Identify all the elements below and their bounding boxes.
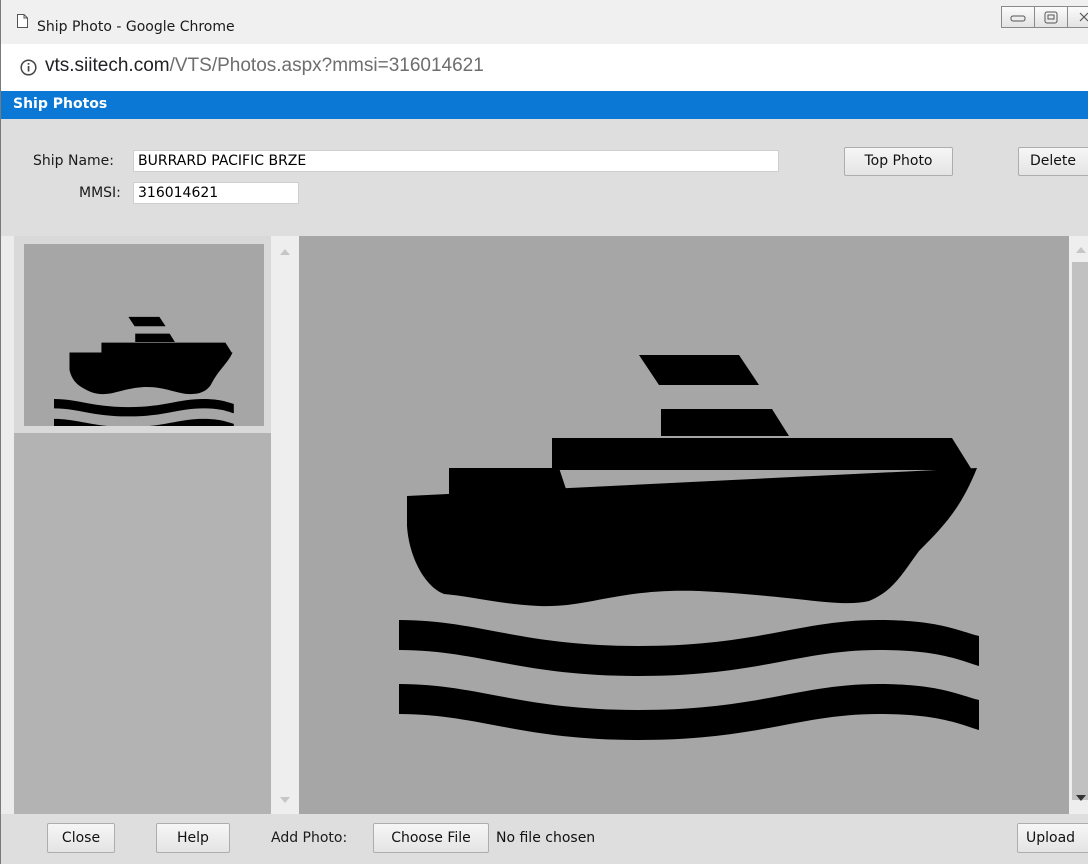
ship-name-label: Ship Name: [33, 153, 115, 169]
url-host: vts.siitech.com [45, 55, 170, 76]
maximize-icon [1044, 11, 1058, 23]
no-file-chosen-text: No file chosen [496, 830, 596, 846]
thumbnail-scrollbar[interactable] [271, 236, 299, 814]
scroll-down-icon[interactable] [279, 796, 291, 804]
page-icon [17, 14, 28, 28]
url-text[interactable]: vts.siitech.com/VTS/Photos.aspx?mmsi=316… [45, 55, 484, 77]
footer-toolbar: Close Help Add Photo: Choose File No fil… [1, 814, 1088, 864]
minimize-button[interactable] [1001, 6, 1035, 28]
address-bar[interactable]: vts.siitech.com/VTS/Photos.aspx?mmsi=316… [1, 44, 1088, 91]
add-photo-label: Add Photo: [271, 830, 348, 846]
mmsi-label: MMSI: [79, 185, 121, 201]
ship-icon [399, 355, 979, 740]
upload-button[interactable]: Upload [1017, 823, 1088, 853]
window-controls [1001, 6, 1088, 28]
ship-info-form: Ship Name: BURRARD PACIFIC BRZE MMSI: 31… [1, 119, 1088, 236]
scroll-down-icon[interactable] [1075, 794, 1087, 802]
title-bar: Ship Photo - Google Chrome [1, 0, 1088, 44]
ship-name-field[interactable]: BURRARD PACIFIC BRZE [133, 150, 779, 172]
thumbnail-item[interactable] [14, 236, 271, 437]
window-title: Ship Photo - Google Chrome [37, 19, 235, 35]
delete-button[interactable]: Delete [1018, 147, 1088, 176]
scroll-up-icon[interactable] [1075, 246, 1087, 254]
photo-view [299, 236, 1069, 814]
scrollbar-thumb[interactable] [1072, 262, 1088, 800]
thumbnail-image[interactable] [24, 244, 264, 437]
photo-scrollbar[interactable] [1069, 236, 1088, 814]
maximize-button[interactable] [1034, 6, 1068, 28]
browser-window: Ship Photo - Google Chrome vts.siitech.c… [0, 0, 1088, 864]
mmsi-field[interactable]: 316014621 [133, 182, 299, 204]
scroll-up-icon[interactable] [279, 248, 291, 256]
page-header: Ship Photos [1, 91, 1088, 119]
url-path: /VTS/Photos.aspx?mmsi=316014621 [169, 55, 484, 76]
choose-file-button[interactable]: Choose File [373, 823, 489, 853]
ship-icon [54, 316, 234, 437]
top-photo-button[interactable]: Top Photo [844, 147, 953, 176]
minimize-icon [1010, 15, 1026, 22]
close-icon [1079, 12, 1088, 22]
close-window-button[interactable] [1067, 6, 1088, 28]
close-button[interactable]: Close [47, 823, 115, 853]
thumbnail-list[interactable] [14, 236, 271, 814]
help-button[interactable]: Help [156, 823, 230, 853]
info-icon[interactable] [20, 59, 37, 76]
page-title: Ship Photos [13, 96, 108, 112]
